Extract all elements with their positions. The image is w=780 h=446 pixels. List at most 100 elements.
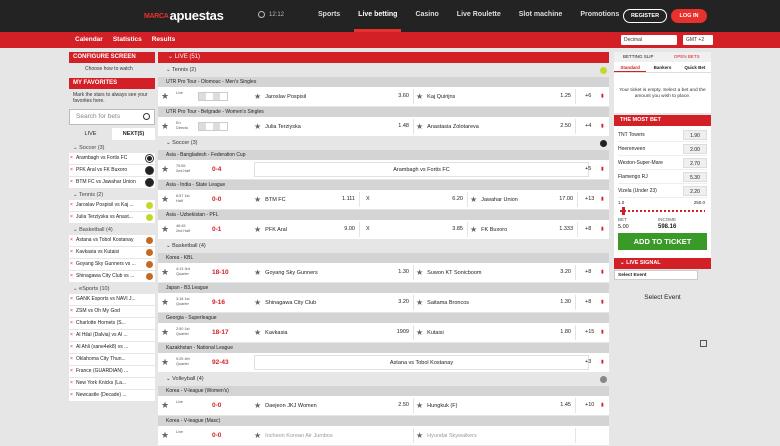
- star-icon[interactable]: ★: [161, 328, 169, 337]
- nav-promotions[interactable]: Promotions: [580, 11, 619, 18]
- nav-sports[interactable]: Sports: [318, 11, 340, 18]
- star-icon[interactable]: ★: [161, 268, 169, 277]
- odd-button[interactable]: 2.00: [683, 143, 707, 154]
- add-to-ticket-button[interactable]: ADD TO TICKET: [618, 233, 707, 250]
- more-markets[interactable]: +3: [585, 359, 591, 365]
- subnav-calendar[interactable]: Calendar: [75, 36, 103, 43]
- odd-home[interactable]: ★ Jaroslav Pospisil 3.60: [254, 89, 414, 104]
- tab-live[interactable]: LIVE: [69, 128, 112, 140]
- star-icon[interactable]: ★: [161, 92, 169, 101]
- tab-betting-slip[interactable]: BETTING SLIP: [614, 52, 663, 62]
- odd-button[interactable]: 2.20: [683, 185, 707, 196]
- stats-icon[interactable]: ▮: [601, 269, 604, 275]
- odd-away[interactable]: ★ Saitama Broncos 1.30: [416, 295, 576, 310]
- tab-open-bets[interactable]: OPEN BETS: [663, 52, 712, 62]
- more-markets[interactable]: +8: [585, 226, 591, 232]
- star-icon[interactable]: ★: [161, 122, 169, 131]
- stats-icon[interactable]: ▮: [601, 359, 604, 365]
- login-button[interactable]: LOG IN: [671, 9, 707, 23]
- category-esports[interactable]: ⌄ eSports (10): [69, 283, 155, 294]
- star-icon[interactable]: ★: [161, 401, 169, 410]
- configure-text[interactable]: Choose how to watch: [69, 64, 155, 74]
- subnav-statistics[interactable]: Statistics: [113, 36, 142, 43]
- more-markets[interactable]: +15: [585, 329, 594, 335]
- sport-soccer[interactable]: ⌄ Soccer (3): [158, 137, 609, 150]
- category-basketball[interactable]: ⌄ Basketball (4): [69, 224, 155, 235]
- list-item[interactable]: Charlotte Hornets (S...: [69, 318, 155, 329]
- nav-live-roulette[interactable]: Live Roulette: [457, 11, 501, 18]
- odd-away[interactable]: ★ Hungkuk (F) 1.45: [416, 398, 576, 413]
- more-markets[interactable]: +13: [585, 196, 594, 202]
- odd-button[interactable]: 1.90: [683, 129, 707, 140]
- odd-away[interactable]: ★ Kaj Quirijns 1.25: [416, 89, 576, 104]
- category-tennis[interactable]: ⌄ Tennis (2): [69, 189, 155, 200]
- list-item[interactable]: Oklahoma City Thun...: [69, 354, 155, 365]
- sport-tennis[interactable]: ⌄ Tennis (2): [158, 64, 609, 77]
- list-item[interactable]: Al Hilal (Dalvia) vs Al ...: [69, 330, 155, 341]
- bet-value[interactable]: 5.00: [618, 224, 629, 230]
- odd-home[interactable]: ★ Incheon Korean Air Jumbos: [254, 428, 414, 443]
- stats-icon[interactable]: ▮: [601, 402, 604, 408]
- odd-home[interactable]: ★ Kavkasia 1909: [254, 325, 414, 340]
- nav-live-betting[interactable]: Live betting: [354, 11, 402, 32]
- configure-header[interactable]: CONFIGURE SCREEN: [69, 52, 155, 63]
- stats-icon[interactable]: ▮: [601, 123, 604, 129]
- stats-icon[interactable]: ▮: [601, 226, 604, 232]
- list-item[interactable]: Julia Terziyska vs Anast...: [69, 212, 155, 223]
- category-soccer[interactable]: ⌄ Soccer (3): [69, 142, 155, 153]
- more-markets[interactable]: +5: [585, 166, 591, 172]
- list-item[interactable]: Shinagawa City Club vs ...: [69, 271, 155, 282]
- odd-home[interactable]: ★ PFK Aral 9.00: [254, 222, 360, 237]
- odd-home[interactable]: ★ Julia Terziyska 1.48: [254, 119, 414, 134]
- more-markets[interactable]: +8: [585, 299, 591, 305]
- star-icon[interactable]: ★: [161, 358, 169, 367]
- odds-format-select[interactable]: Decimal: [621, 35, 677, 45]
- nav-slot-machine[interactable]: Slot machine: [519, 11, 563, 18]
- odd-button[interactable]: 2.70: [683, 157, 707, 168]
- list-item[interactable]: New York Knicks (La...: [69, 378, 155, 389]
- star-icon[interactable]: ★: [161, 298, 169, 307]
- more-markets[interactable]: +4: [585, 123, 591, 129]
- site-logo[interactable]: MARCAapuestas: [144, 8, 224, 23]
- sport-volleyball[interactable]: ⌄ Volleyball (4): [158, 373, 609, 386]
- list-item[interactable]: France (GUARDIAN) ...: [69, 366, 155, 377]
- register-button[interactable]: REGISTER: [623, 9, 667, 23]
- odd-home[interactable]: ★ BTM FC 1.111: [254, 192, 360, 207]
- star-icon[interactable]: ★: [161, 195, 169, 204]
- more-markets[interactable]: +10: [585, 402, 594, 408]
- list-item[interactable]: Jaroslav Pospisil vs Kaj ...: [69, 200, 155, 211]
- live-signal-header[interactable]: ⌄ LIVE SIGNAL: [614, 258, 711, 269]
- stake-slider[interactable]: 1.0 250.0 BET 5.00 INCOME 598.16: [618, 198, 707, 230]
- list-item[interactable]: BTM FC vs Jawahar Union: [69, 177, 155, 188]
- subnav-results[interactable]: Results: [152, 36, 175, 43]
- list-item[interactable]: Goyang Sky Gunners vs ...: [69, 259, 155, 270]
- odd-away[interactable]: ★ Jawahar Union 17.00: [470, 192, 578, 207]
- tab-bankers[interactable]: Bankers: [646, 62, 678, 72]
- event-name[interactable]: Astana vs Tobol Kostanay: [254, 355, 589, 370]
- odd-draw[interactable]: X 3.85: [362, 222, 468, 237]
- stats-icon[interactable]: ▮: [601, 166, 604, 172]
- list-item[interactable]: GANK Esports vs NAVI J...: [69, 294, 155, 305]
- live-header[interactable]: ⌄ LIVE (51): [158, 52, 609, 63]
- odd-home[interactable]: ★ Shinagawa City Club 3.20: [254, 295, 414, 310]
- sport-basketball[interactable]: ⌄ Basketball (4): [158, 240, 609, 253]
- event-name[interactable]: Arambagh vs Fortis FC: [254, 162, 589, 177]
- list-item[interactable]: Astana vs Tobol Kostanay: [69, 235, 155, 246]
- odd-away[interactable]: ★ Hyundai Skywalkers: [416, 428, 576, 443]
- star-icon[interactable]: ★: [161, 165, 169, 174]
- list-item[interactable]: PFK Aral vs FK Buxoro: [69, 165, 155, 176]
- odd-away[interactable]: ★ Kutaisi 1.80: [416, 325, 576, 340]
- search-input[interactable]: Search for bets: [69, 109, 155, 125]
- odd-draw[interactable]: X 6.20: [362, 192, 468, 207]
- odd-home[interactable]: ★ Goyang Sky Gunners 1.30: [254, 265, 414, 280]
- stats-icon[interactable]: ▮: [601, 299, 604, 305]
- slider-track[interactable]: [620, 210, 705, 212]
- slider-handle[interactable]: [622, 207, 625, 215]
- nav-casino[interactable]: Casino: [415, 11, 438, 18]
- list-item[interactable]: Al Ahli (sane4ek8) vs ...: [69, 342, 155, 353]
- stats-icon[interactable]: ▮: [601, 196, 604, 202]
- list-item[interactable]: Kavkasia vs Kutaisi: [69, 247, 155, 258]
- odd-home[interactable]: ★ Daejeon JKJ Women 2.50: [254, 398, 414, 413]
- copy-icon[interactable]: [700, 340, 707, 347]
- odd-away[interactable]: ★ Anastasia Zolotareva 2.50: [416, 119, 576, 134]
